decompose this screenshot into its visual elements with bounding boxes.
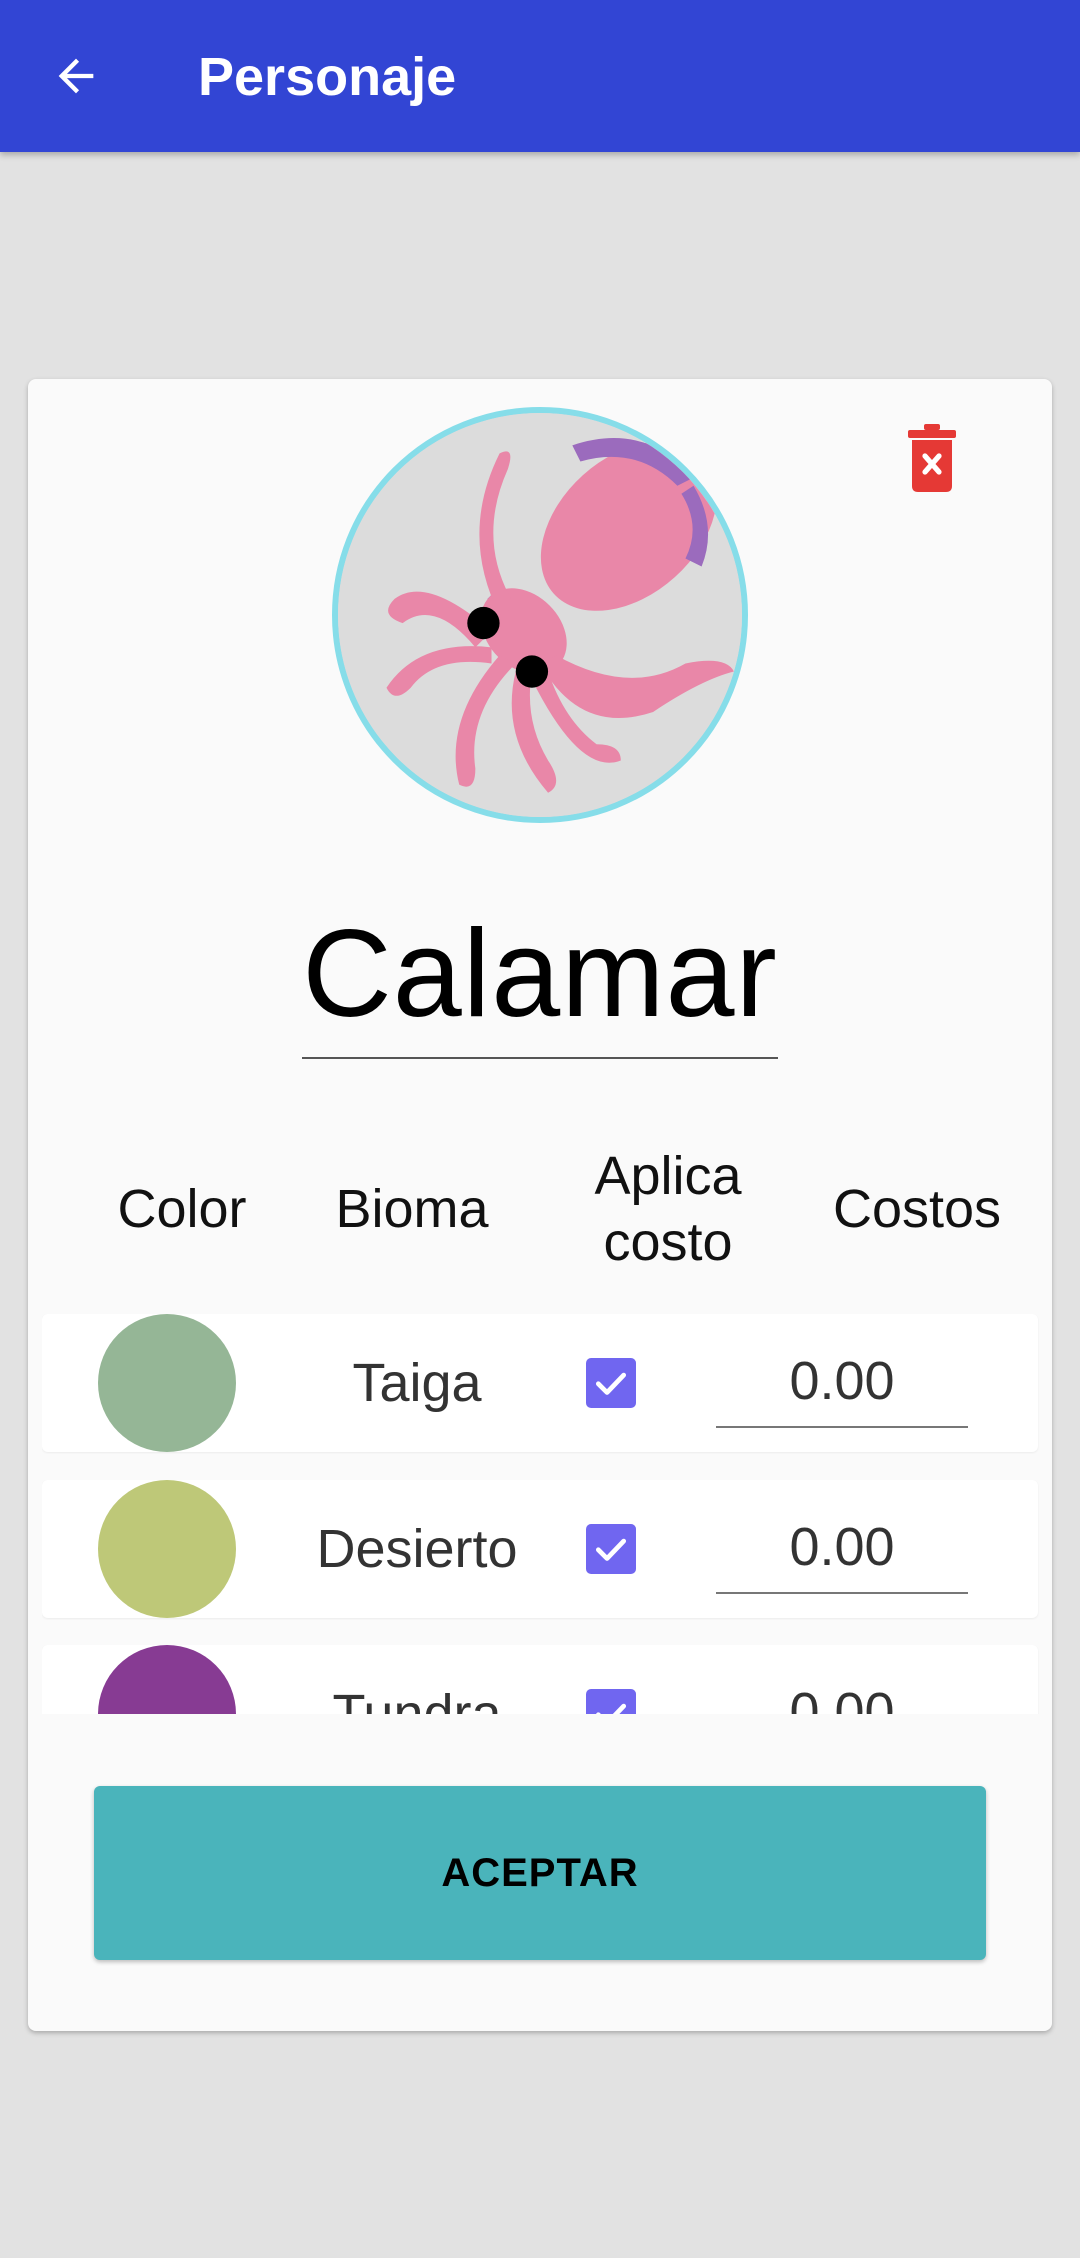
color-swatch [98, 1645, 236, 1714]
character-avatar[interactable] [332, 407, 748, 823]
checkmark-icon [596, 1703, 627, 1714]
squid-icon [338, 413, 742, 817]
bioma-label: Taiga [352, 1353, 482, 1413]
header-bioma: Bioma [335, 1179, 489, 1239]
arrow-left-icon [58, 58, 94, 94]
color-swatch [98, 1314, 236, 1452]
trash-icon [908, 424, 956, 492]
accept-button[interactable]: ACEPTAR [94, 1786, 986, 1960]
costo-input[interactable]: 0.00 [716, 1338, 968, 1428]
header-costos: Costos [832, 1179, 1002, 1239]
bioma-label: Desierto [316, 1519, 518, 1579]
character-card: Calamar Color Bioma Aplica costo Costos … [28, 379, 1052, 2031]
character-name-field[interactable]: Calamar [302, 909, 778, 1059]
bioma-label: Tundra [332, 1684, 502, 1714]
app-bar: Personaje [0, 0, 1080, 152]
list-item: Desierto 0.00 [42, 1480, 1038, 1618]
color-swatch [98, 1480, 236, 1618]
aplica-costo-checkbox[interactable] [586, 1524, 636, 1574]
biome-list[interactable]: Taiga 0.00 Desierto 0.00 Tundra 0.00 [42, 1314, 1066, 1714]
checkmark-icon [595, 1538, 627, 1561]
list-item: Taiga 0.00 [42, 1314, 1038, 1452]
aplica-costo-checkbox[interactable] [586, 1689, 636, 1714]
costo-input[interactable]: 0.00 [716, 1669, 968, 1714]
costo-input[interactable]: 0.00 [716, 1504, 968, 1594]
aplica-costo-checkbox[interactable] [586, 1358, 636, 1408]
list-item: Tundra 0.00 [42, 1645, 1038, 1714]
character-name: Calamar [302, 905, 778, 1043]
delete-button[interactable] [896, 413, 968, 503]
header-color: Color [117, 1179, 247, 1239]
header-aplica-costo: Aplica costo [594, 1146, 742, 1272]
back-button[interactable] [36, 36, 116, 116]
checkmark-icon [595, 1372, 627, 1395]
page-title: Personaje [198, 47, 457, 107]
